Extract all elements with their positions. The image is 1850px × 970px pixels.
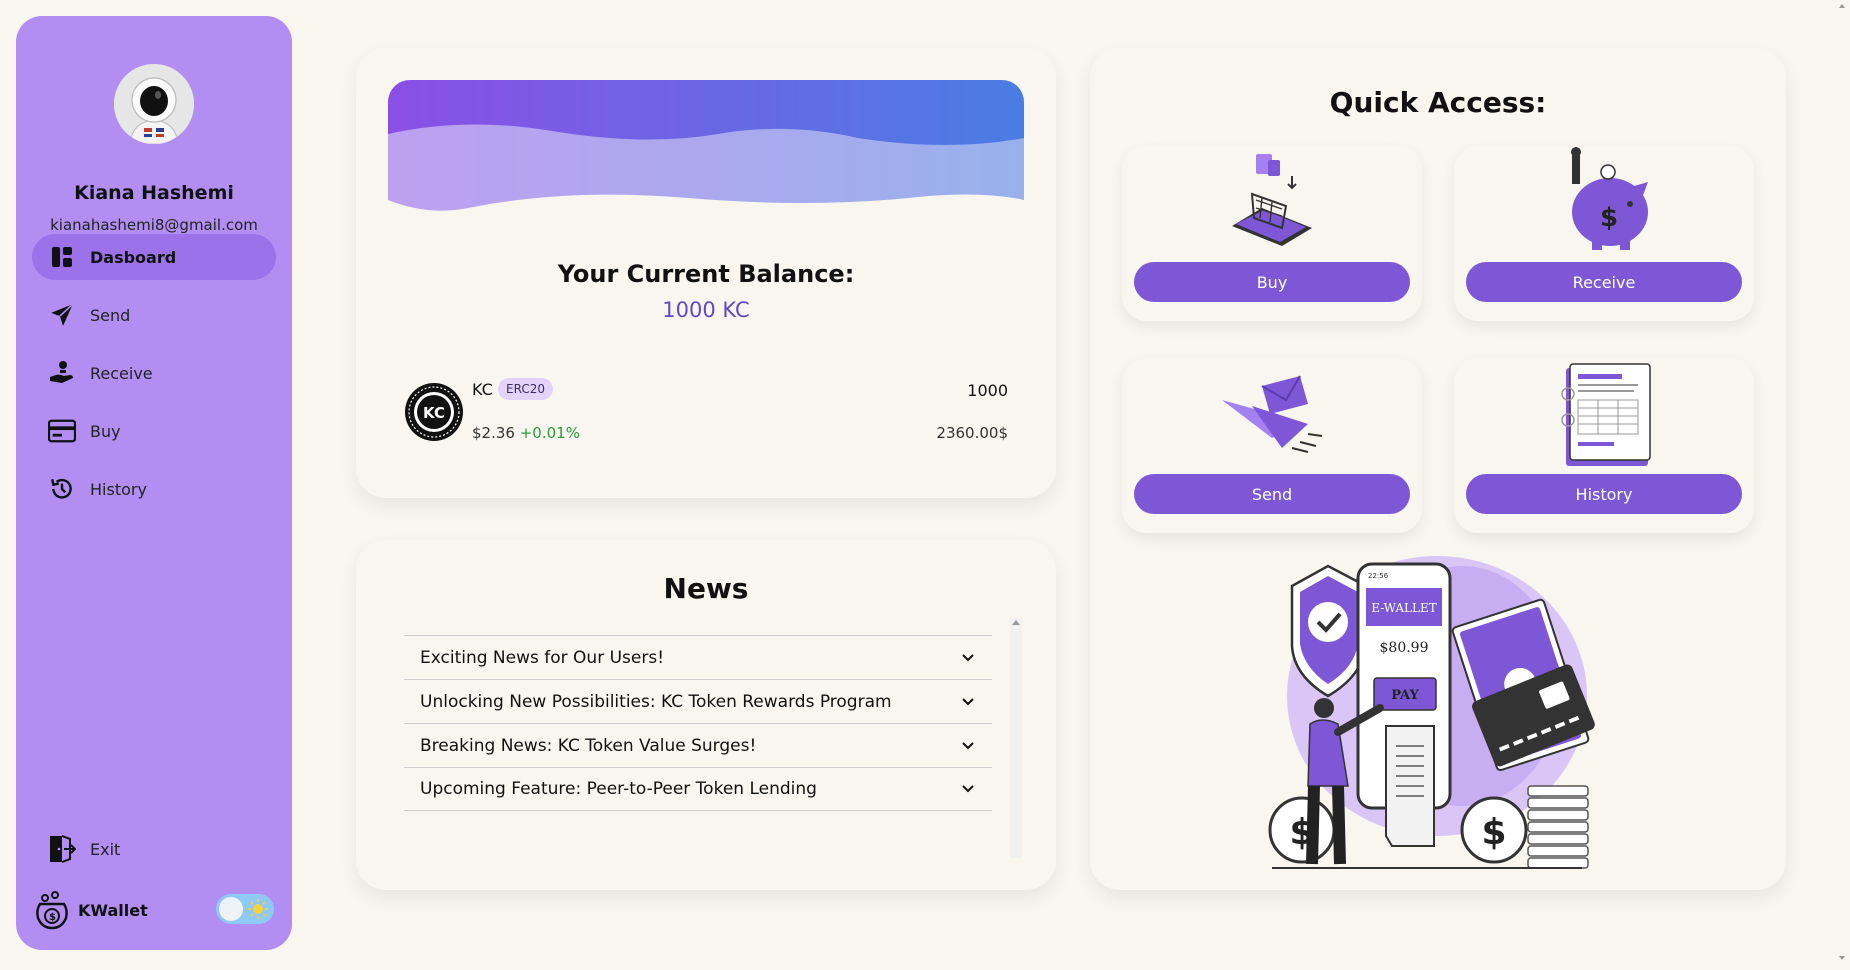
exit-icon xyxy=(48,835,76,863)
svg-text:PAY: PAY xyxy=(1391,688,1419,703)
receive-button[interactable]: Receive xyxy=(1466,262,1742,302)
quick-access-card: Quick Access: Buy $ Receive Send History… xyxy=(1090,48,1786,890)
balance-banner xyxy=(388,80,1024,214)
sidebar-item-label: Dasboard xyxy=(90,247,177,267)
news-item[interactable]: Unlocking New Possibilities: KC Token Re… xyxy=(404,679,992,723)
sidebar: Kiana Hashemi kianahashemi8@gmail.com Da… xyxy=(16,16,292,950)
svg-text:$: $ xyxy=(1600,203,1618,233)
balance-value: 1000 KC xyxy=(662,298,750,322)
shopping-cart-illustration-icon xyxy=(1232,154,1312,246)
token-standard-badge: ERC20 xyxy=(498,378,553,400)
theme-toggle[interactable] xyxy=(216,894,274,924)
news-item[interactable]: Exciting News for Our Users! xyxy=(404,635,992,679)
avatar[interactable] xyxy=(114,64,194,144)
sidebar-item-dashboard[interactable]: Dasboard xyxy=(32,234,276,280)
svg-text:KC: KC xyxy=(423,404,445,422)
kc-token-logo-icon: KC xyxy=(404,382,464,442)
sidebar-item-history[interactable]: History xyxy=(32,466,276,512)
news-item[interactable]: Upcoming Feature: Peer-to-Peer Token Len… xyxy=(404,767,992,811)
piggy-bank-illustration-icon: $ xyxy=(1571,147,1648,250)
astronaut-avatar-icon xyxy=(114,64,194,144)
exit-button[interactable]: Exit xyxy=(32,826,276,872)
sidebar-item-label: History xyxy=(90,479,147,499)
hand-coin-icon xyxy=(48,359,76,387)
sidebar-item-label: Receive xyxy=(90,363,153,383)
card-icon xyxy=(48,417,76,445)
svg-text:E-WALLET: E-WALLET xyxy=(1371,601,1436,615)
svg-text:$: $ xyxy=(1481,812,1506,853)
sidebar-item-send[interactable]: Send xyxy=(32,292,276,338)
sidebar-item-buy[interactable]: Buy xyxy=(32,408,276,454)
document-illustration-icon xyxy=(1561,363,1651,466)
news-item-title: Unlocking New Possibilities: KC Token Re… xyxy=(420,691,892,712)
token-symbol: KC xyxy=(472,380,493,399)
scroll-up-arrow-icon[interactable] xyxy=(1012,620,1020,625)
sidebar-item-receive[interactable]: Receive xyxy=(32,350,276,396)
send-button[interactable]: Send xyxy=(1134,474,1410,514)
brand-name: KWallet xyxy=(78,900,148,920)
chevron-down-icon xyxy=(962,785,974,793)
news-item-title: Breaking News: KC Token Value Surges! xyxy=(420,735,757,756)
quick-tile-send: Send xyxy=(1122,358,1422,533)
sidebar-item-label: Buy xyxy=(90,421,121,441)
history-button[interactable]: History xyxy=(1466,474,1742,514)
user-name: Kiana Hashemi xyxy=(74,182,234,204)
brand: $ KWallet xyxy=(32,890,148,930)
dashboard-icon xyxy=(48,243,76,271)
kwallet-logo-icon: $ xyxy=(32,890,72,930)
news-title: News xyxy=(663,572,749,605)
news-item-title: Upcoming Feature: Peer-to-Peer Token Len… xyxy=(420,779,817,799)
exit-label: Exit xyxy=(90,839,121,859)
buy-button[interactable]: Buy xyxy=(1134,262,1410,302)
chevron-down-icon xyxy=(962,697,974,705)
quick-access-title: Quick Access: xyxy=(1329,86,1547,119)
token-amount: 1000 xyxy=(967,381,1008,400)
token-usd-value: 2360.00$ xyxy=(936,424,1008,442)
svg-text:$: $ xyxy=(49,912,56,923)
page-scrollbar[interactable] xyxy=(1834,0,1850,966)
svg-text:$80.99: $80.99 xyxy=(1380,640,1429,656)
news-list: Exciting News for Our Users! Unlocking N… xyxy=(404,635,992,811)
paper-plane-icon xyxy=(48,301,76,329)
chevron-down-icon xyxy=(962,653,974,661)
sun-icon xyxy=(248,899,268,919)
quick-tile-buy: Buy xyxy=(1122,146,1422,321)
token-price-value: $2.36 xyxy=(472,424,515,442)
e-wallet-illustration-icon: E-WALLET $80.99 PAY 22:56 $ $ xyxy=(1268,556,1595,869)
token-price: $2.36 +0.01% xyxy=(472,424,580,442)
news-scrollbar[interactable] xyxy=(1010,618,1022,858)
history-icon xyxy=(48,475,76,503)
balance-card: Your Current Balance: 1000 KC KC KC ERC2… xyxy=(356,48,1056,498)
news-item-title: Exciting News for Our Users! xyxy=(420,647,665,668)
token-price-change: +0.01% xyxy=(519,424,580,442)
chevron-down-icon xyxy=(962,741,974,749)
balance-title: Your Current Balance: xyxy=(557,260,855,288)
svg-text:22:56: 22:56 xyxy=(1368,572,1389,580)
quick-tile-history: History xyxy=(1454,358,1754,533)
news-item[interactable]: Breaking News: KC Token Value Surges! xyxy=(404,723,992,767)
news-card: News Exciting News for Our Users! Unlock… xyxy=(356,540,1056,890)
sidebar-item-label: Send xyxy=(90,305,131,325)
user-email: kianahashemi8@gmail.com xyxy=(50,216,258,234)
paper-plane-envelope-illustration-icon xyxy=(1222,375,1323,453)
toggle-knob xyxy=(219,897,243,921)
quick-tile-receive: $ Receive xyxy=(1454,146,1754,321)
